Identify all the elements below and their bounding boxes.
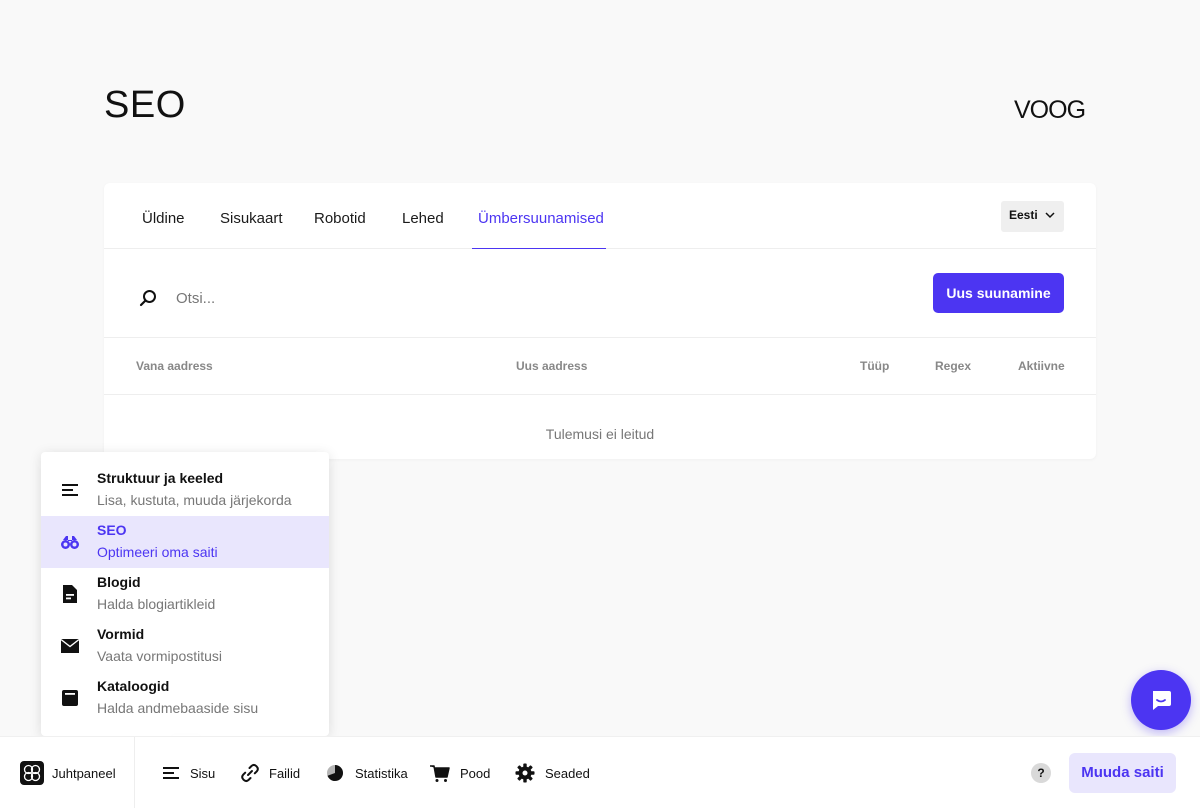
help-button[interactable]: ? bbox=[1031, 763, 1051, 783]
menu-item-title: Struktuur ja keeled bbox=[97, 470, 224, 486]
dashboard-logo-icon bbox=[20, 761, 44, 785]
column-type[interactable]: Tüüp bbox=[860, 359, 889, 373]
column-regex[interactable]: Regex bbox=[935, 359, 971, 373]
nav-shop[interactable]: Pood bbox=[430, 737, 490, 808]
content-menu: Struktuur ja keeled Lisa, kustuta, muuda… bbox=[41, 452, 329, 736]
chevron-down-icon bbox=[1045, 212, 1055, 219]
catalog-icon bbox=[62, 690, 78, 706]
page-title: SEO bbox=[104, 84, 186, 126]
bottom-bar: Juhtpaneel Sisu Failid Statistika Pood S… bbox=[0, 736, 1200, 808]
tab-pages[interactable]: Lehed bbox=[402, 183, 444, 249]
menu-item-catalogs[interactable]: Kataloogid Halda andmebaaside sisu bbox=[41, 672, 329, 724]
tab-general[interactable]: Üldine bbox=[142, 183, 185, 249]
column-active[interactable]: Aktiivne bbox=[1018, 359, 1065, 373]
menu-item-blogs[interactable]: Blogid Halda blogiartikleid bbox=[41, 568, 329, 620]
dashboard-label: Juhtpaneel bbox=[52, 766, 116, 781]
binoculars-icon bbox=[61, 536, 79, 549]
nav-statistics[interactable]: Statistika bbox=[325, 737, 408, 808]
tab-robots[interactable]: Robotid bbox=[314, 183, 366, 249]
table-header: Vana aadress Uus aadress Tüüp Regex Akti… bbox=[104, 338, 1096, 395]
edit-site-button[interactable]: Muuda saiti bbox=[1069, 753, 1176, 793]
nav-files-label: Failid bbox=[269, 766, 301, 781]
search-row: Uus suunamine bbox=[104, 249, 1096, 338]
column-old-address[interactable]: Vana aadress bbox=[136, 359, 213, 373]
nav-shop-label: Pood bbox=[460, 766, 491, 781]
svg-text:VOOG: VOOG bbox=[1014, 96, 1085, 122]
menu-item-subtitle: Vaata vormipostitusi bbox=[97, 648, 223, 664]
menu-item-seo[interactable]: SEO Optimeeri oma saiti bbox=[41, 516, 329, 568]
menu-item-forms[interactable]: Vormid Vaata vormipostitusi bbox=[41, 620, 329, 672]
menu-item-title: Blogid bbox=[97, 574, 141, 590]
chat-icon bbox=[1153, 691, 1171, 710]
column-new-address[interactable]: Uus aadress bbox=[516, 359, 587, 373]
redirects-card: Üldine Sisukaart Robotid Lehed Ümbersuun… bbox=[104, 183, 1096, 459]
menu-item-subtitle: Halda blogiartikleid bbox=[97, 596, 216, 612]
language-select[interactable]: Eesti bbox=[1001, 201, 1064, 232]
menu-item-subtitle: Halda andmebaaside sisu bbox=[97, 700, 259, 716]
voog-logo: VOOG bbox=[1014, 96, 1086, 122]
nav-files[interactable]: Failid bbox=[240, 737, 302, 808]
menu-item-structure[interactable]: Struktuur ja keeled Lisa, kustuta, muuda… bbox=[41, 464, 329, 516]
empty-state-text: Tulemusi ei leitud bbox=[545, 426, 655, 442]
menu-item-subtitle: Optimeeri oma saiti bbox=[97, 544, 218, 560]
new-redirect-button[interactable]: Uus suunamine bbox=[933, 273, 1064, 313]
nav-settings-label: Seaded bbox=[545, 766, 590, 781]
menu-item-title: Vormid bbox=[97, 626, 145, 642]
cart-icon bbox=[430, 765, 450, 782]
dashboard-link[interactable]: Juhtpaneel bbox=[0, 737, 135, 808]
envelope-icon bbox=[60, 638, 80, 653]
language-select-value: Eesti bbox=[1009, 208, 1038, 222]
nav-content-label: Sisu bbox=[190, 766, 216, 781]
nav-content[interactable]: Sisu bbox=[162, 737, 217, 808]
nav-statistics-label: Statistika bbox=[355, 766, 408, 781]
search-input[interactable] bbox=[176, 287, 576, 309]
menu-item-subtitle: Lisa, kustuta, muuda järjekorda bbox=[97, 492, 292, 508]
structure-icon bbox=[62, 484, 78, 496]
tab-bar: Üldine Sisukaart Robotid Lehed Ümbersuun… bbox=[104, 183, 1096, 249]
gear-icon bbox=[515, 763, 535, 783]
nav-settings[interactable]: Seaded bbox=[515, 737, 590, 808]
menu-item-title: SEO bbox=[97, 522, 127, 538]
search-icon bbox=[139, 290, 156, 307]
menu-item-title: Kataloogid bbox=[97, 678, 170, 694]
tab-sitemap[interactable]: Sisukaart bbox=[220, 183, 283, 249]
pie-chart-icon bbox=[327, 765, 343, 781]
link-icon bbox=[241, 763, 259, 783]
content-icon bbox=[163, 767, 179, 779]
chat-button[interactable] bbox=[1131, 670, 1191, 730]
document-icon bbox=[63, 585, 77, 603]
tab-redirects[interactable]: Ümbersuunamised bbox=[472, 183, 606, 249]
